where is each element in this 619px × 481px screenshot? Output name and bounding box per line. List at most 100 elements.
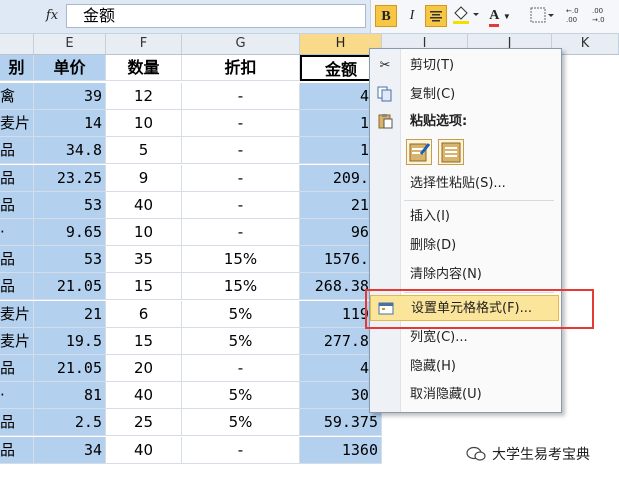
fill-color-button[interactable] [451,5,479,27]
amount-cell[interactable]: 1360 [300,436,382,464]
price-cell[interactable]: 9.65 [34,219,106,246]
italic-button[interactable]: I [401,5,423,27]
column-header-e[interactable]: E [34,34,106,54]
increase-decimal-button[interactable]: ←.0.00 [565,5,587,27]
discount-cell[interactable]: - [182,191,300,219]
discount-cell[interactable]: - [182,164,300,192]
font-color-label: A [489,8,500,27]
quantity-cell[interactable]: 10 [106,219,182,246]
menu-item-paste-special[interactable]: 选择性粘贴(S)... [370,171,559,197]
column-header-partial[interactable] [0,34,34,54]
price-cell[interactable]: 2.5 [34,409,106,437]
category-cell[interactable]: 麦片 [0,327,34,355]
formula-input[interactable]: 金额 [66,4,366,28]
font-color-button[interactable]: A ▼ [489,5,511,27]
svg-text:→.0: →.0 [592,16,605,24]
menu-item-insert[interactable]: 插入(I) [370,204,559,230]
price-cell[interactable]: 19.5 [34,327,106,355]
discount-cell[interactable]: 15% [182,273,300,301]
column-header-k[interactable]: K [552,34,619,54]
discount-cell[interactable]: 5% [182,300,300,328]
category-cell[interactable]: 品 [0,164,34,192]
column-header-g[interactable]: G [182,34,300,54]
price-cell[interactable]: 53 [34,246,106,274]
menu-item-paste-options-label: 粘贴选项: [410,114,468,129]
quantity-cell[interactable]: 40 [106,191,182,219]
menu-item-hide[interactable]: 隐藏(H) [370,354,559,380]
svg-text:.00: .00 [592,7,603,15]
quantity-cell[interactable]: 12 [106,83,182,110]
price-cell[interactable]: 21.05 [34,355,106,382]
price-cell[interactable]: 34 [34,436,106,464]
discount-cell[interactable]: - [182,83,300,110]
fx-icon[interactable]: fx [40,6,64,26]
amount-cell[interactable]: 59.375 [300,409,382,437]
discount-cell[interactable]: - [182,355,300,382]
quantity-cell[interactable]: 20 [106,355,182,382]
menu-item-delete-label: 删除(D) [410,238,457,253]
price-cell[interactable]: 53 [34,191,106,219]
menu-item-delete[interactable]: 删除(D) [370,233,559,259]
quantity-cell[interactable]: 15 [106,273,182,301]
menu-item-copy[interactable]: 复制(C) [370,82,559,108]
menu-item-unhide[interactable]: 取消隐藏(U) [370,382,559,408]
column-header-f[interactable]: F [106,34,182,54]
align-center-button[interactable] [425,5,447,27]
quantity-cell[interactable]: 25 [106,409,182,437]
discount-cell[interactable]: 5% [182,409,300,437]
scissors-icon: ✂ [379,58,391,73]
category-cell[interactable]: 麦片 [0,300,34,328]
chevron-down-icon: ▼ [502,12,511,21]
menu-item-cut[interactable]: ✂ 剪切(T) [370,53,559,79]
category-cell[interactable]: 品 [0,436,34,464]
price-cell[interactable]: 21.05 [34,273,106,301]
borders-button[interactable] [529,5,554,27]
bold-button[interactable]: B [375,5,397,27]
price-cell[interactable]: 81 [34,382,106,410]
paste-values-button[interactable] [438,139,464,165]
category-cell[interactable]: 禽 [0,83,34,110]
discount-cell[interactable]: - [182,137,300,165]
category-cell[interactable]: 麦片 [0,110,34,138]
copy-icon [376,86,394,104]
decrease-decimal-button[interactable]: .00 →.0 [591,5,613,27]
header-cell-category[interactable]: 别 [0,55,34,81]
paste-formatting-button[interactable] [406,139,432,165]
quantity-cell[interactable]: 9 [106,164,182,192]
price-cell[interactable]: 34.8 [34,137,106,165]
quantity-cell[interactable]: 35 [106,246,182,274]
category-cell[interactable]: 品 [0,137,34,165]
category-cell[interactable]: · [0,219,34,246]
price-cell[interactable]: 39 [34,83,106,110]
header-cell-discount[interactable]: 折扣 [182,55,300,81]
quantity-cell[interactable]: 5 [106,137,182,165]
discount-cell[interactable]: - [182,110,300,138]
wechat-logo-icon [466,446,486,461]
quantity-cell[interactable]: 40 [106,436,182,464]
svg-text:.00: .00 [566,16,577,24]
category-cell[interactable]: 品 [0,409,34,437]
price-cell[interactable]: 23.25 [34,164,106,192]
quantity-cell[interactable]: 10 [106,110,182,138]
category-cell[interactable]: 品 [0,191,34,219]
discount-cell[interactable]: 5% [182,382,300,410]
discount-cell[interactable]: - [182,219,300,246]
quantity-cell[interactable]: 6 [106,300,182,328]
price-cell[interactable]: 21 [34,300,106,328]
category-cell[interactable]: · [0,382,34,410]
discount-cell[interactable]: 15% [182,246,300,274]
category-cell[interactable]: 品 [0,355,34,382]
quantity-cell[interactable]: 40 [106,382,182,410]
quantity-cell[interactable]: 15 [106,327,182,355]
menu-item-clear-contents[interactable]: 清除内容(N) [370,262,559,288]
menu-item-clear-contents-label: 清除内容(N) [410,267,482,282]
discount-cell[interactable]: 5% [182,327,300,355]
discount-cell[interactable]: - [182,436,300,464]
header-cell-price[interactable]: 单价 [34,55,106,81]
borders-icon [530,7,554,23]
header-cell-quantity[interactable]: 数量 [106,55,182,81]
price-cell[interactable]: 14 [34,110,106,138]
category-cell[interactable]: 品 [0,246,34,274]
category-cell[interactable]: 品 [0,273,34,301]
clipboard-icon [376,113,394,131]
